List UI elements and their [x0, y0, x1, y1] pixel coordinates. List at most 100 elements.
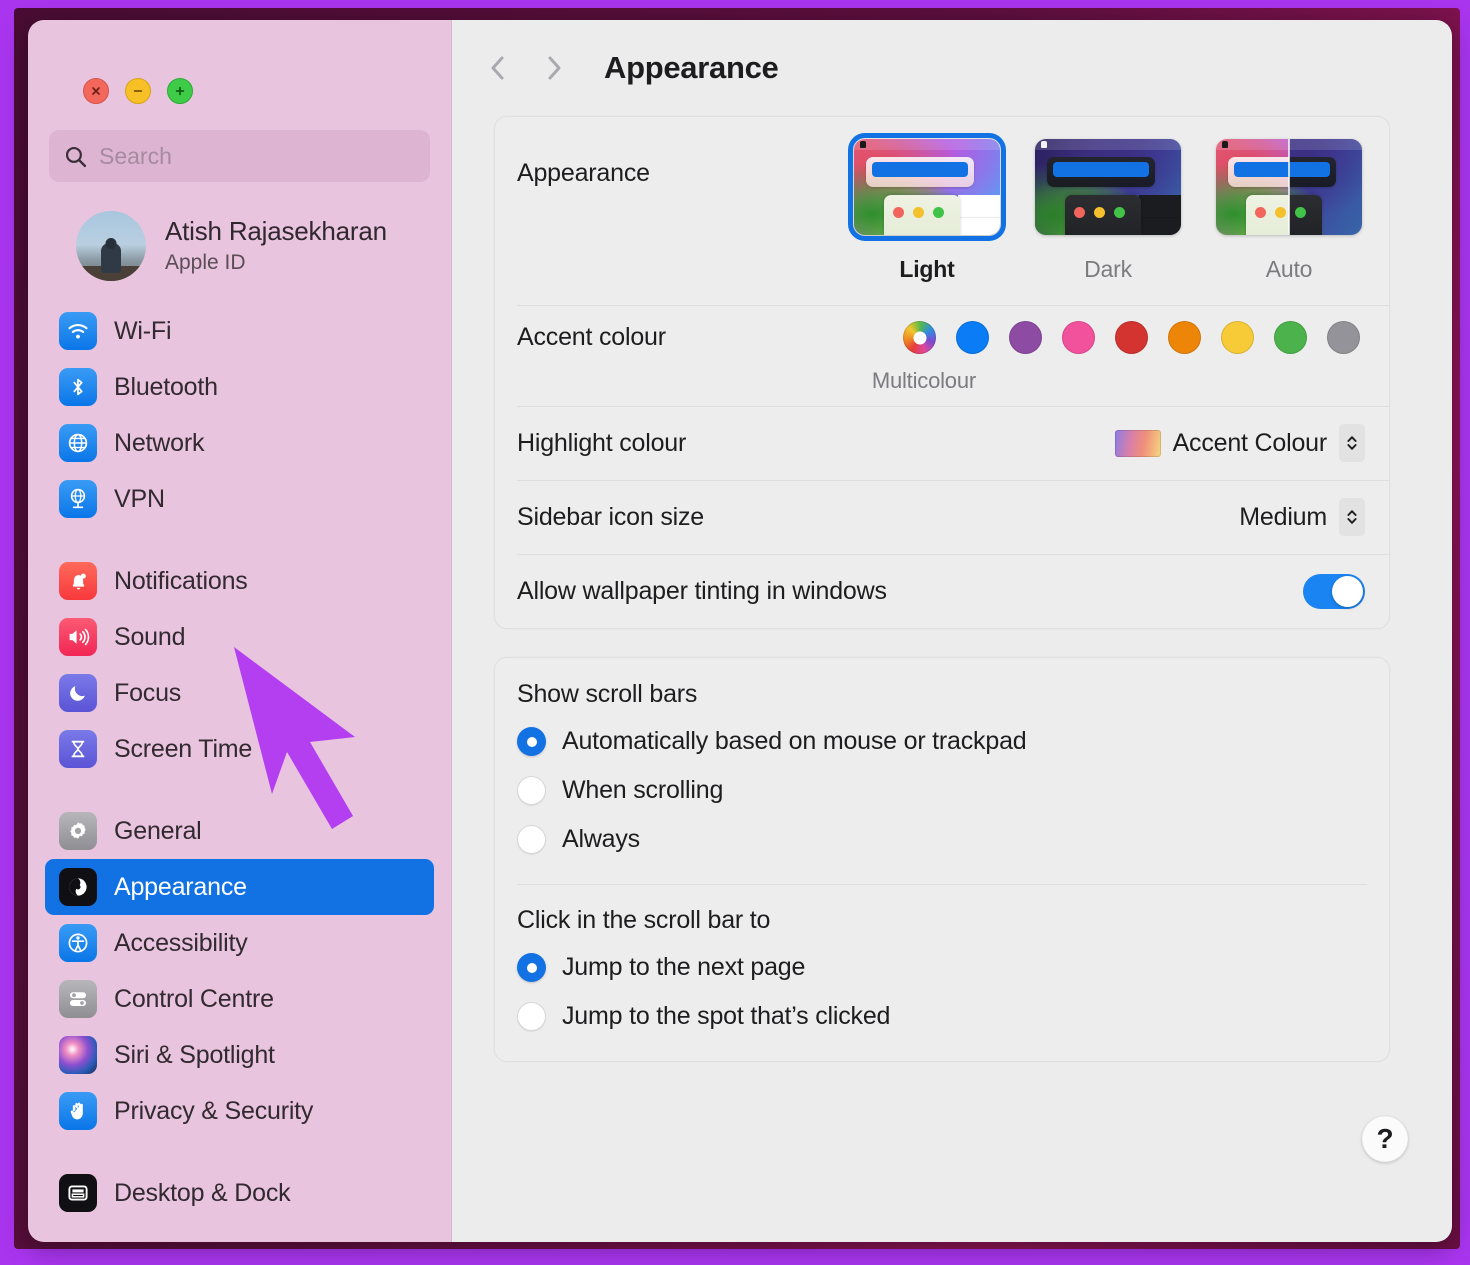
toggle-knob — [1332, 575, 1363, 607]
sidebar-group-connectivity: Wi-Fi Bluetooth Network VPN — [45, 303, 434, 527]
sidebar-item-privacy-security[interactable]: Privacy & Security — [45, 1083, 434, 1139]
sidebar-item-label: Desktop & Dock — [114, 1178, 291, 1207]
sidebar-item-label: General — [114, 816, 202, 845]
wallpaper-tinting-label: Allow wallpaper tinting in windows — [517, 576, 887, 605]
highlight-colour-popup[interactable]: Accent Colour — [1114, 424, 1365, 462]
theme-option-light[interactable]: Light — [848, 133, 1006, 283]
search-icon — [63, 144, 88, 169]
radio-row-jump-to-spot[interactable]: Jump to the spot that’s clicked — [517, 992, 1365, 1041]
radio-button[interactable] — [517, 953, 546, 982]
main-content: Appearance Appearance Light Dark Auto Ac… — [452, 20, 1452, 1242]
help-button[interactable]: ? — [1362, 1116, 1408, 1162]
accent-swatch-yellow[interactable] — [1221, 321, 1254, 354]
sidebar-item-general[interactable]: General — [45, 803, 434, 859]
highlight-colour-row: Highlight colour Accent Colour — [495, 406, 1389, 480]
back-button[interactable] — [470, 40, 526, 96]
show-scroll-bars-title: Show scroll bars — [517, 680, 698, 708]
sidebar-icon-size-value: Medium — [1239, 502, 1327, 531]
privacy-icon — [59, 1092, 97, 1130]
radio-button[interactable] — [517, 825, 546, 854]
radio-button[interactable] — [517, 727, 546, 756]
highlight-colour-value: Accent Colour — [1172, 428, 1328, 457]
accent-swatch-purple[interactable] — [1009, 321, 1042, 354]
accent-swatch-red[interactable] — [1115, 321, 1148, 354]
radio-row-always[interactable]: Always — [517, 815, 1365, 864]
sidebar-item-label: Bluetooth — [114, 372, 218, 401]
search-field[interactable] — [49, 130, 430, 182]
apple-id-account-row[interactable]: Atish Rajasekharan Apple ID — [28, 182, 451, 281]
sidebar-item-bluetooth[interactable]: Bluetooth — [45, 359, 434, 415]
sidebar-nav: Wi-Fi Bluetooth Network VPN Notification… — [28, 281, 451, 1221]
radio-button[interactable] — [517, 1002, 546, 1031]
wallpaper-tinting-toggle[interactable] — [1303, 573, 1365, 609]
sidebar: Atish Rajasekharan Apple ID — [28, 20, 452, 1242]
radio-row-jump-next-page[interactable]: Jump to the next page — [517, 943, 1365, 992]
gradient-swatch-icon — [1114, 429, 1161, 457]
theme-label: Light — [899, 256, 955, 282]
sidebar-item-label: Sound — [114, 622, 186, 651]
sidebar-item-label: Appearance — [114, 872, 247, 901]
chevron-left-icon — [491, 56, 504, 80]
theme-option-dark[interactable]: Dark — [1035, 139, 1181, 283]
sidebar-item-notifications[interactable]: Notifications — [45, 553, 434, 609]
content-titlebar: Appearance — [452, 20, 1452, 116]
wifi-icon — [59, 312, 97, 350]
sidebar-item-accessibility[interactable]: Accessibility — [45, 915, 434, 971]
sidebar-item-label: Network — [114, 428, 205, 457]
theme-picker: Light Dark Auto — [848, 133, 1365, 283]
forward-button[interactable] — [526, 40, 582, 96]
sidebar-item-focus[interactable]: Focus — [45, 665, 434, 721]
radio-label: Always — [562, 825, 640, 853]
accent-swatch-multicolour[interactable] — [903, 321, 936, 354]
maximise-button[interactable] — [167, 78, 193, 104]
highlight-colour-label: Highlight colour — [517, 428, 687, 457]
notifications-icon — [59, 562, 97, 600]
accent-colour-label: Accent colour — [517, 323, 666, 351]
sidebar-item-desktop-dock[interactable]: Desktop & Dock — [45, 1165, 434, 1221]
avatar — [76, 211, 146, 281]
accent-swatch-pink[interactable] — [1062, 321, 1095, 354]
close-button[interactable] — [83, 78, 109, 104]
theme-label: Auto — [1265, 256, 1313, 282]
page-title: Appearance — [604, 50, 779, 85]
sidebar-item-control-centre[interactable]: Control Centre — [45, 971, 434, 1027]
accent-swatch-blue[interactable] — [956, 321, 989, 354]
radio-row-when-scrolling[interactable]: When scrolling — [517, 766, 1365, 815]
sidebar-item-wi-fi[interactable]: Wi-Fi — [45, 303, 434, 359]
sidebar-item-vpn[interactable]: VPN — [45, 471, 434, 527]
sidebar-group-system: General Appearance Accessibility Control… — [45, 803, 434, 1139]
sidebar-item-sound[interactable]: Sound — [45, 609, 434, 665]
theme-label: Dark — [1084, 256, 1132, 282]
click-scroll-bar-section: Click in the scroll bar to Jump to the n… — [495, 884, 1389, 1061]
desktop-dock-icon — [59, 1174, 97, 1212]
sidebar-item-network[interactable]: Network — [45, 415, 434, 471]
close-icon — [92, 87, 100, 95]
account-name: Atish Rajasekharan — [165, 216, 387, 247]
theme-thumb-light — [848, 133, 1006, 241]
sidebar-item-label: Siri & Spotlight — [114, 1040, 275, 1069]
accent-swatch-orange[interactable] — [1168, 321, 1201, 354]
sidebar-item-siri-spotlight[interactable]: Siri & Spotlight — [45, 1027, 434, 1083]
radio-row-automatically[interactable]: Automatically based on mouse or trackpad — [517, 717, 1365, 766]
sidebar-item-screen-time[interactable]: Screen Time — [45, 721, 434, 777]
maximise-icon — [175, 86, 185, 96]
minimise-button[interactable] — [125, 78, 151, 104]
accessibility-icon — [59, 924, 97, 962]
siri-icon — [59, 1036, 97, 1074]
appearance-row: Appearance Light Dark Auto — [495, 117, 1389, 305]
appearance-settings-card: Appearance Light Dark Auto Accent colour… — [494, 116, 1390, 629]
sidebar-group-desktop: Desktop & Dock — [45, 1165, 434, 1221]
theme-option-auto[interactable]: Auto — [1216, 139, 1362, 283]
bluetooth-icon — [59, 368, 97, 406]
account-subtitle: Apple ID — [165, 250, 246, 274]
sidebar-item-appearance[interactable]: Appearance — [45, 859, 434, 915]
appearance-icon — [59, 868, 97, 906]
sidebar-item-label: Privacy & Security — [114, 1096, 314, 1125]
theme-thumb-dark — [1035, 139, 1181, 235]
radio-button[interactable] — [517, 776, 546, 805]
accent-swatch-graphite[interactable] — [1327, 321, 1360, 354]
click-scroll-bar-title: Click in the scroll bar to — [517, 906, 771, 934]
accent-swatch-green[interactable] — [1274, 321, 1307, 354]
sidebar-icon-size-popup[interactable]: Medium — [1239, 498, 1365, 536]
search-input[interactable] — [99, 142, 416, 170]
